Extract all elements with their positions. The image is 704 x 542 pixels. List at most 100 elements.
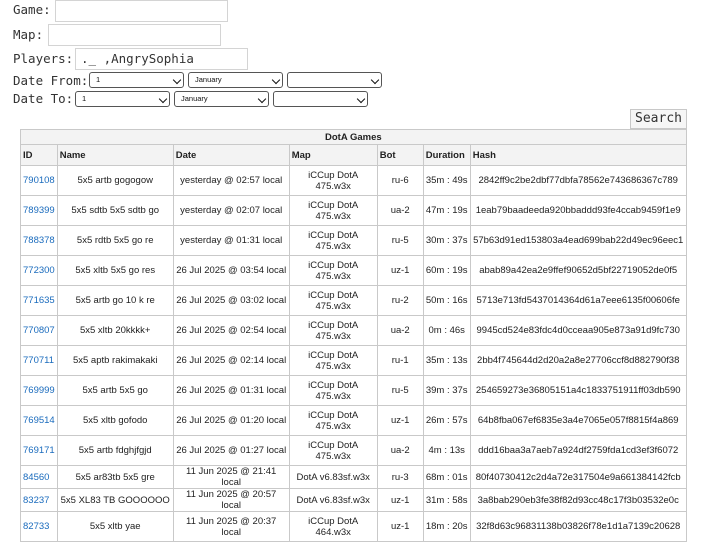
table-row: 788378 5x5 rdtb 5x5 go re yesterday @ 01:3… — [20, 225, 687, 256]
game-map-cell: iCCup DotA 475.w3x — [288, 435, 378, 466]
game-duration-cell: 47m : 19s — [422, 195, 471, 226]
map-line: 475.w3x — [315, 360, 351, 372]
game-map-cell: iCCup DotA 475.w3x — [288, 345, 378, 376]
table-row: 84560 5x5 ar83tb 5x5 gre 11 Jun 2025 @ 21:… — [20, 465, 687, 489]
game-id-link[interactable]: 770807 — [23, 325, 55, 336]
date-to-year-select[interactable] — [273, 91, 368, 107]
date-from-month-select[interactable]: January — [188, 72, 283, 88]
game-id-link[interactable]: 84560 — [23, 472, 49, 483]
search-button[interactable]: Search — [630, 109, 687, 129]
players-input[interactable]: ._ ,AngrySophia — [75, 48, 248, 70]
game-map-cell: iCCup DotA 475.w3x — [288, 375, 378, 406]
game-hash-cell: 254659273e36805151a4c1833751911ff03db590 — [469, 375, 687, 406]
game-bot-cell: uz-1 — [376, 488, 424, 512]
col-header-date: Date — [172, 144, 290, 166]
game-map-cell: iCCup DotA 475.w3x — [288, 195, 378, 226]
map-line: iCCup DotA — [308, 229, 359, 241]
games-table: DotA Games ID Name Date Map Bot Duration… — [20, 129, 687, 542]
game-id-link[interactable]: 770711 — [23, 355, 54, 366]
game-id-link[interactable]: 769514 — [23, 415, 55, 426]
game-id-cell: 770807 — [20, 315, 58, 346]
table-row: 790108 5x5 artb gogogow yesterday @ 02:57 … — [20, 165, 687, 196]
game-duration-cell: 31m : 58s — [422, 488, 471, 512]
game-duration-cell: 0m : 46s — [422, 315, 471, 346]
game-duration-cell: 18m : 20s — [422, 511, 471, 542]
game-id-link[interactable]: 789399 — [23, 205, 55, 216]
map-line: 475.w3x — [315, 420, 351, 432]
game-hash-cell: 9945cd524e83fdc4d0cceaa905e873a91d9fc730 — [469, 315, 687, 346]
game-map-cell: iCCup DotA 464.w3x — [288, 511, 378, 542]
date-to-day-select[interactable]: 1 — [75, 91, 170, 107]
date-from-month-value: January — [195, 75, 222, 84]
game-input[interactable] — [55, 0, 228, 22]
map-input[interactable] — [48, 24, 221, 46]
date-from-day-select[interactable]: 1 — [89, 72, 184, 88]
table-row: 772300 5x5 xltb 5x5 go res 26 Jul 2025 @ 0… — [20, 255, 687, 286]
game-date-cell: 11 Jun 2025 @ 20:37 local — [172, 511, 290, 542]
map-line: iCCup DotA — [308, 379, 359, 391]
game-map-cell: iCCup DotA 475.w3x — [288, 225, 378, 256]
table-row: 770711 5x5 aptb rakimakaki 26 Jul 2025 @ 0… — [20, 345, 687, 376]
game-label: Game: — [13, 2, 51, 17]
game-map-cell: iCCup DotA 475.w3x — [288, 165, 378, 196]
game-duration-cell: 50m : 16s — [422, 285, 471, 316]
game-hash-cell: 3a8bab290eb3fe38f82d93cc48c17f3b03532e0c — [469, 488, 687, 512]
map-line: 475.w3x — [315, 390, 351, 402]
game-id-link[interactable]: 83237 — [23, 495, 49, 506]
map-line: iCCup DotA — [308, 349, 359, 361]
game-name-cell: 5x5 XL83 TB GOOOOOO — [56, 488, 174, 512]
map-line: 475.w3x — [315, 450, 351, 462]
game-id-link[interactable]: 790108 — [23, 175, 55, 186]
map-line: 475.w3x — [315, 180, 351, 192]
game-name-cell: 5x5 artb go 10 k re — [56, 285, 174, 316]
game-hash-cell: 2bb4f745644d2d20a2a8e27706ccf8d882790f38 — [469, 345, 687, 376]
game-date-cell: yesterday @ 02:07 local — [172, 195, 290, 226]
chevron-down-icon — [158, 94, 168, 104]
game-name-cell: 5x5 artb gogogow — [56, 165, 174, 196]
map-line: iCCup DotA — [308, 259, 359, 271]
game-duration-cell: 60m : 19s — [422, 255, 471, 286]
date-from-label: Date From: — [13, 73, 89, 88]
map-line: iCCup DotA — [308, 199, 359, 211]
chevron-down-icon — [172, 75, 182, 85]
game-name-cell: 5x5 artb fdghjfgjd — [56, 435, 174, 466]
map-line: iCCup DotA — [308, 409, 359, 421]
map-line: iCCup DotA — [308, 515, 359, 527]
game-date-cell: yesterday @ 02:57 local — [172, 165, 290, 196]
game-id-cell: 772300 — [20, 255, 58, 286]
game-id-link[interactable]: 772300 — [23, 265, 55, 276]
table-row: 789399 5x5 sdtb 5x5 sdtb go yesterday @ 02… — [20, 195, 687, 226]
game-bot-cell: ru-1 — [376, 345, 424, 376]
game-id-link[interactable]: 771635 — [23, 295, 55, 306]
game-bot-cell: ua-2 — [376, 315, 424, 346]
game-bot-cell: ua-2 — [376, 195, 424, 226]
game-date-cell: 11 Jun 2025 @ 20:57 local — [172, 488, 290, 512]
date-to-month-value: January — [181, 94, 208, 103]
game-date-cell: 26 Jul 2025 @ 03:54 local — [172, 255, 290, 286]
game-hash-cell: 2842ff9c2be2dbf77dbfa78562e743686367c789 — [469, 165, 687, 196]
game-id-cell: 84560 — [20, 465, 58, 489]
game-duration-cell: 39m : 37s — [422, 375, 471, 406]
game-bot-cell: ua-2 — [376, 435, 424, 466]
table-row: 769171 5x5 artb fdghjfgjd 26 Jul 2025 @ 01… — [20, 435, 687, 466]
game-date-cell: 26 Jul 2025 @ 03:02 local — [172, 285, 290, 316]
game-id-cell: 769999 — [20, 375, 58, 406]
game-hash-cell: 57b63d91ed153803a4ead699bab22d49ec96eec1 — [469, 225, 687, 256]
date-to-month-select[interactable]: January — [174, 91, 269, 107]
game-duration-cell: 4m : 13s — [422, 435, 471, 466]
game-hash-cell: 64b8fba067ef6835e3a4e7065e057f8815f4a869 — [469, 405, 687, 436]
game-duration-cell: 30m : 37s — [422, 225, 471, 256]
game-id-link[interactable]: 769171 — [23, 445, 55, 456]
game-duration-cell: 68m : 01s — [422, 465, 471, 489]
date-from-year-select[interactable] — [287, 72, 382, 88]
game-id-link[interactable]: 788378 — [23, 235, 55, 246]
game-name-cell: 5x5 aptb rakimakaki — [56, 345, 174, 376]
game-name-cell: 5x5 xltb yae — [56, 511, 174, 542]
game-hash-cell: 32f8d63c96831138b03826f78e1d1a7139c20628 — [469, 511, 687, 542]
game-id-link[interactable]: 82733 — [23, 521, 49, 532]
table-row: 769514 5x5 xltb gofodo 26 Jul 2025 @ 01:20… — [20, 405, 687, 436]
game-hash-cell: abab89a42ea2e9ffef90652d5bf22719052de0f5 — [469, 255, 687, 286]
game-id-link[interactable]: 769999 — [23, 385, 55, 396]
game-id-cell: 769171 — [20, 435, 58, 466]
game-id-cell: 788378 — [20, 225, 58, 256]
